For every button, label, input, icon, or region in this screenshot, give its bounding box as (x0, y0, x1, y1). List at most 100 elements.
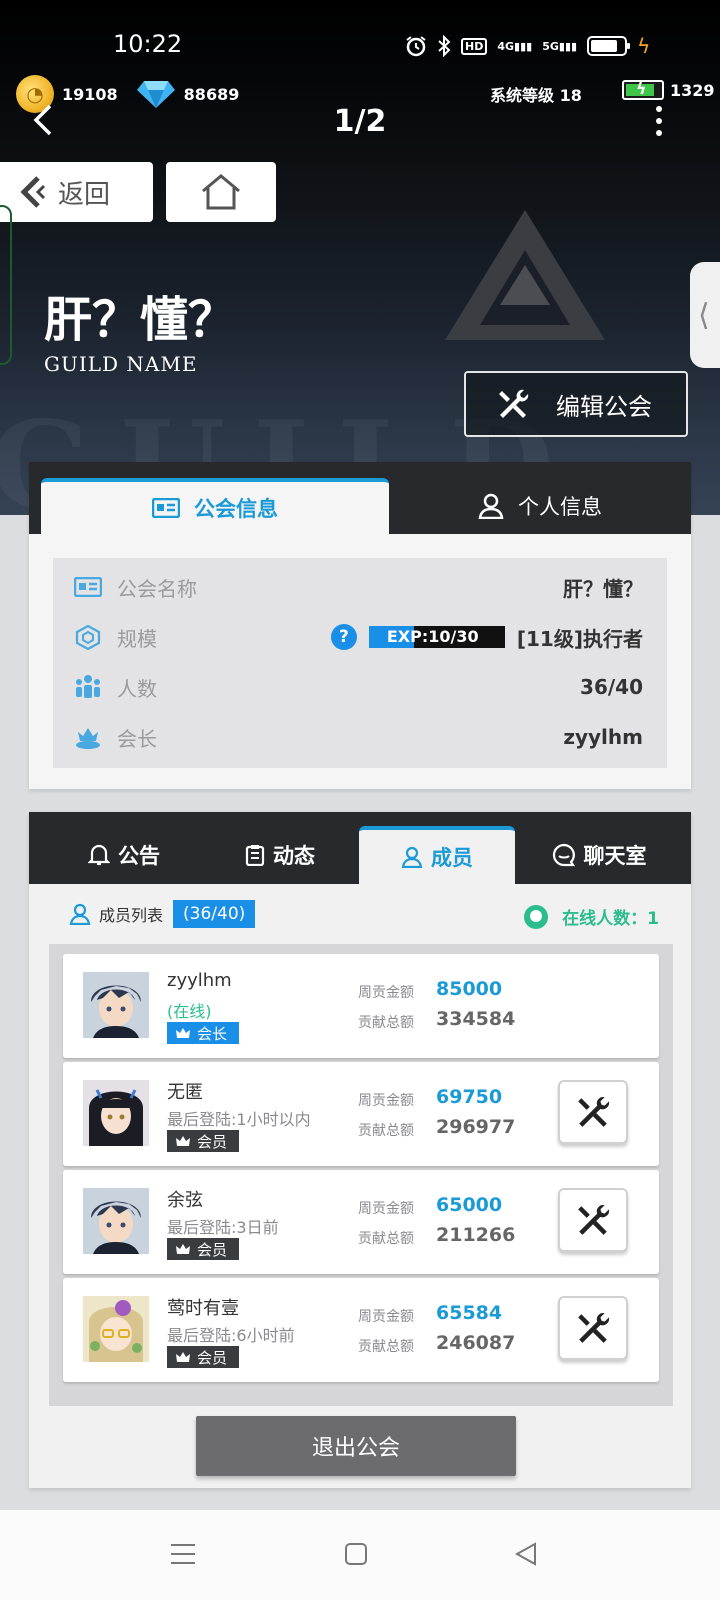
hd-icon: HD (461, 37, 488, 55)
weekly-value: 69750 (436, 1086, 503, 1108)
crown-icon (176, 1028, 190, 1038)
clock: 10:22 (113, 30, 183, 58)
role-label: 会员 (197, 1132, 228, 1151)
avatar (83, 1188, 149, 1254)
status-icons: HD 4G▮▮▮ 5G▮▮▮ ϟ (405, 32, 650, 60)
alarm-icon (406, 36, 426, 57)
menu-icon[interactable] (170, 1542, 196, 1566)
member-list-icon (69, 903, 91, 925)
coin-amount: 19108 (62, 84, 118, 104)
tab-guild-info[interactable]: 公会信息 (41, 478, 389, 534)
info-leader-label: 会长 (117, 726, 157, 751)
avatar (83, 972, 149, 1038)
tab-activity[interactable]: 动态 (215, 826, 345, 884)
guild-logo-icon (445, 210, 605, 340)
tools-icon (578, 1204, 610, 1235)
member-name: 余弦 (167, 1190, 203, 1211)
manage-member-button[interactable] (558, 1080, 628, 1144)
tab-personal-info-label: 个人信息 (518, 495, 602, 519)
info-name-value: 肝？懂？ (563, 576, 643, 601)
manage-member-button[interactable] (558, 1188, 628, 1252)
bluetooth-icon (438, 35, 451, 57)
role-badge: 会长 (167, 1022, 240, 1044)
person-icon (478, 493, 504, 519)
side-drawer-right[interactable]: ⟨ (690, 262, 720, 368)
tab-personal-info[interactable]: 个人信息 (389, 478, 691, 534)
side-drawer-left[interactable] (0, 205, 12, 365)
manage-member-button[interactable] (558, 1296, 628, 1360)
back-button[interactable]: 返回 (0, 162, 153, 222)
net1-label: 4G (497, 39, 515, 53)
crown-icon (176, 1136, 190, 1146)
total-value: 296977 (436, 1116, 516, 1138)
chevron-left-icon: ⟨ (698, 297, 710, 333)
weekly-value: 65584 (436, 1302, 503, 1324)
role-badge: 会员 (167, 1238, 240, 1260)
bell-icon (88, 844, 110, 866)
people-icon (76, 675, 100, 698)
avatar (83, 1080, 149, 1146)
page-indicator: 1/2 (333, 104, 387, 139)
tab-guild-info-label: 公会信息 (194, 497, 278, 521)
charging-icon: ϟ (637, 34, 651, 58)
member-row[interactable]: 无匿 最后登陆:1小时以内 会员 周贡金额 69750 贡献总额 296977 (63, 1062, 659, 1166)
tab-chat[interactable]: 聊天室 (529, 826, 669, 884)
back-chevron-icon (20, 176, 46, 208)
guild-subtitle: GUILD NAME (44, 352, 198, 376)
crown-icon (176, 1244, 190, 1254)
more-menu-button[interactable] (654, 106, 664, 136)
weekly-label: 周贡金额 (358, 1309, 414, 1325)
info-row-scale: 规模 ? EXP:10/30 [11级]执行者 (53, 612, 667, 662)
home-square-icon[interactable] (344, 1542, 368, 1566)
avatar (83, 1296, 149, 1362)
home-button[interactable] (166, 162, 276, 222)
guild-title: 肝？懂？ (44, 292, 237, 348)
edit-guild-label: 编辑公会 (556, 392, 652, 421)
member-row[interactable]: 莺时有壹 最后登陆:6小时前 会员 周贡金额 65584 贡献总额 246087 (63, 1278, 659, 1382)
energy-amount: 1329 (670, 80, 715, 100)
member-row[interactable]: zyylhm (在线) 会长 周贡金额 85000 贡献总额 334584 (63, 954, 659, 1058)
name-card-icon (74, 577, 102, 597)
total-label: 贡献总额 (358, 1231, 414, 1247)
guild-info-card: 公会信息 个人信息 公会名称 肝？懂？ 规模 ? EXP:10/30 [11级]… (29, 462, 691, 789)
member-status: 最后登陆:6小时前 (167, 1326, 295, 1345)
member-list[interactable]: zyylhm (在线) 会长 周贡金额 85000 贡献总额 334584 无匿… (49, 944, 673, 1406)
exp-progress-bar: EXP:10/30 (368, 626, 505, 648)
energy: ϟ 1329 (622, 79, 715, 100)
tools-icon (578, 1096, 610, 1127)
total-value: 211266 (436, 1224, 516, 1246)
weekly-label: 周贡金额 (358, 1093, 414, 1109)
home-icon (202, 174, 240, 210)
total-label: 贡献总额 (358, 1123, 414, 1139)
weekly-label: 周贡金额 (358, 985, 414, 1001)
info-members-label: 人数 (117, 676, 157, 701)
info-name-label: 公会名称 (117, 576, 197, 601)
online-count-label: 在线人数：1 (562, 909, 659, 929)
battery-icon (587, 36, 631, 56)
role-label: 会员 (197, 1240, 228, 1259)
net2-label: 5G (542, 39, 559, 53)
status-bar: 10:22 HD 4G▮▮▮ 5G▮▮▮ ϟ (0, 0, 720, 80)
member-tab-bar: 公告 动态 成员 聊天室 (29, 812, 691, 884)
member-status: 最后登陆:1小时以内 (167, 1110, 311, 1129)
total-value: 334584 (436, 1008, 516, 1030)
exp-text: EXP:10/30 (386, 627, 479, 646)
system-nav-bar (0, 1510, 720, 1600)
chat-icon (552, 843, 575, 867)
tab-members[interactable]: 成员 (359, 826, 515, 884)
energy-bar: ϟ (622, 79, 664, 100)
member-row[interactable]: 余弦 最后登陆:3日前 会员 周贡金额 65000 贡献总额 211266 (63, 1170, 659, 1274)
cube-icon (75, 624, 101, 650)
signal-5g-icon: 5G▮▮▮ (542, 39, 578, 53)
back-triangle-icon[interactable] (514, 1542, 538, 1566)
tab-notice-label: 公告 (118, 844, 160, 868)
tab-notice[interactable]: 公告 (59, 826, 189, 884)
member-status: (在线) (167, 1002, 212, 1021)
help-icon[interactable]: ? (330, 624, 357, 650)
edit-guild-button[interactable]: 编辑公会 (464, 371, 688, 437)
tab-activity-label: 动态 (273, 844, 315, 868)
leave-guild-button[interactable]: 退出公会 (196, 1416, 516, 1476)
member-icon (401, 846, 423, 868)
leader-icon (76, 728, 100, 749)
info-scale-label: 规模 (117, 626, 157, 651)
